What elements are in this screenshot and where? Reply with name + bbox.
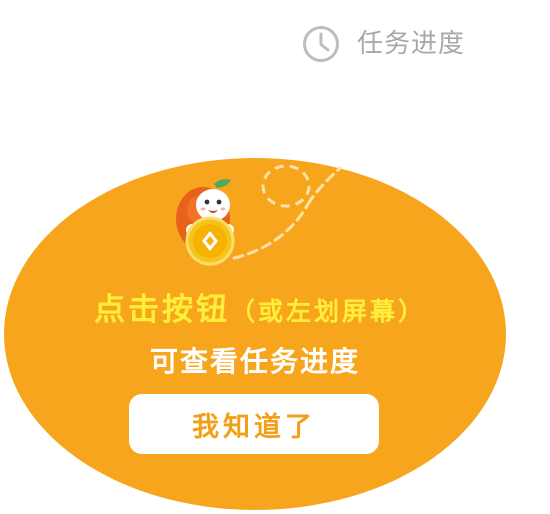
task-progress-link[interactable]: 任务进度 bbox=[302, 24, 465, 64]
instruction-main-text: 点击按钮 bbox=[93, 292, 230, 328]
swipe-hint-arc bbox=[232, 202, 310, 260]
coin-icon bbox=[185, 216, 235, 266]
instruction-main: 点击按钮（或左划屏幕） bbox=[0, 284, 520, 329]
mascot-illustration bbox=[176, 164, 342, 266]
instruction-paren-text: （或左划屏幕） bbox=[229, 297, 426, 326]
confirm-button[interactable]: 我知道了 bbox=[129, 394, 379, 454]
clock-icon bbox=[303, 26, 339, 62]
confirm-button-label: 我知道了 bbox=[192, 411, 316, 443]
task-progress-label: 任务进度 bbox=[357, 29, 466, 59]
tutorial-overlay: 任务进度 点击按钮（或左划屏幕） 可查看任务进度 我知道了 bbox=[0, 0, 550, 514]
instruction-sub: 可查看任务进度 bbox=[149, 345, 360, 378]
swipe-hint-loop bbox=[261, 164, 311, 208]
